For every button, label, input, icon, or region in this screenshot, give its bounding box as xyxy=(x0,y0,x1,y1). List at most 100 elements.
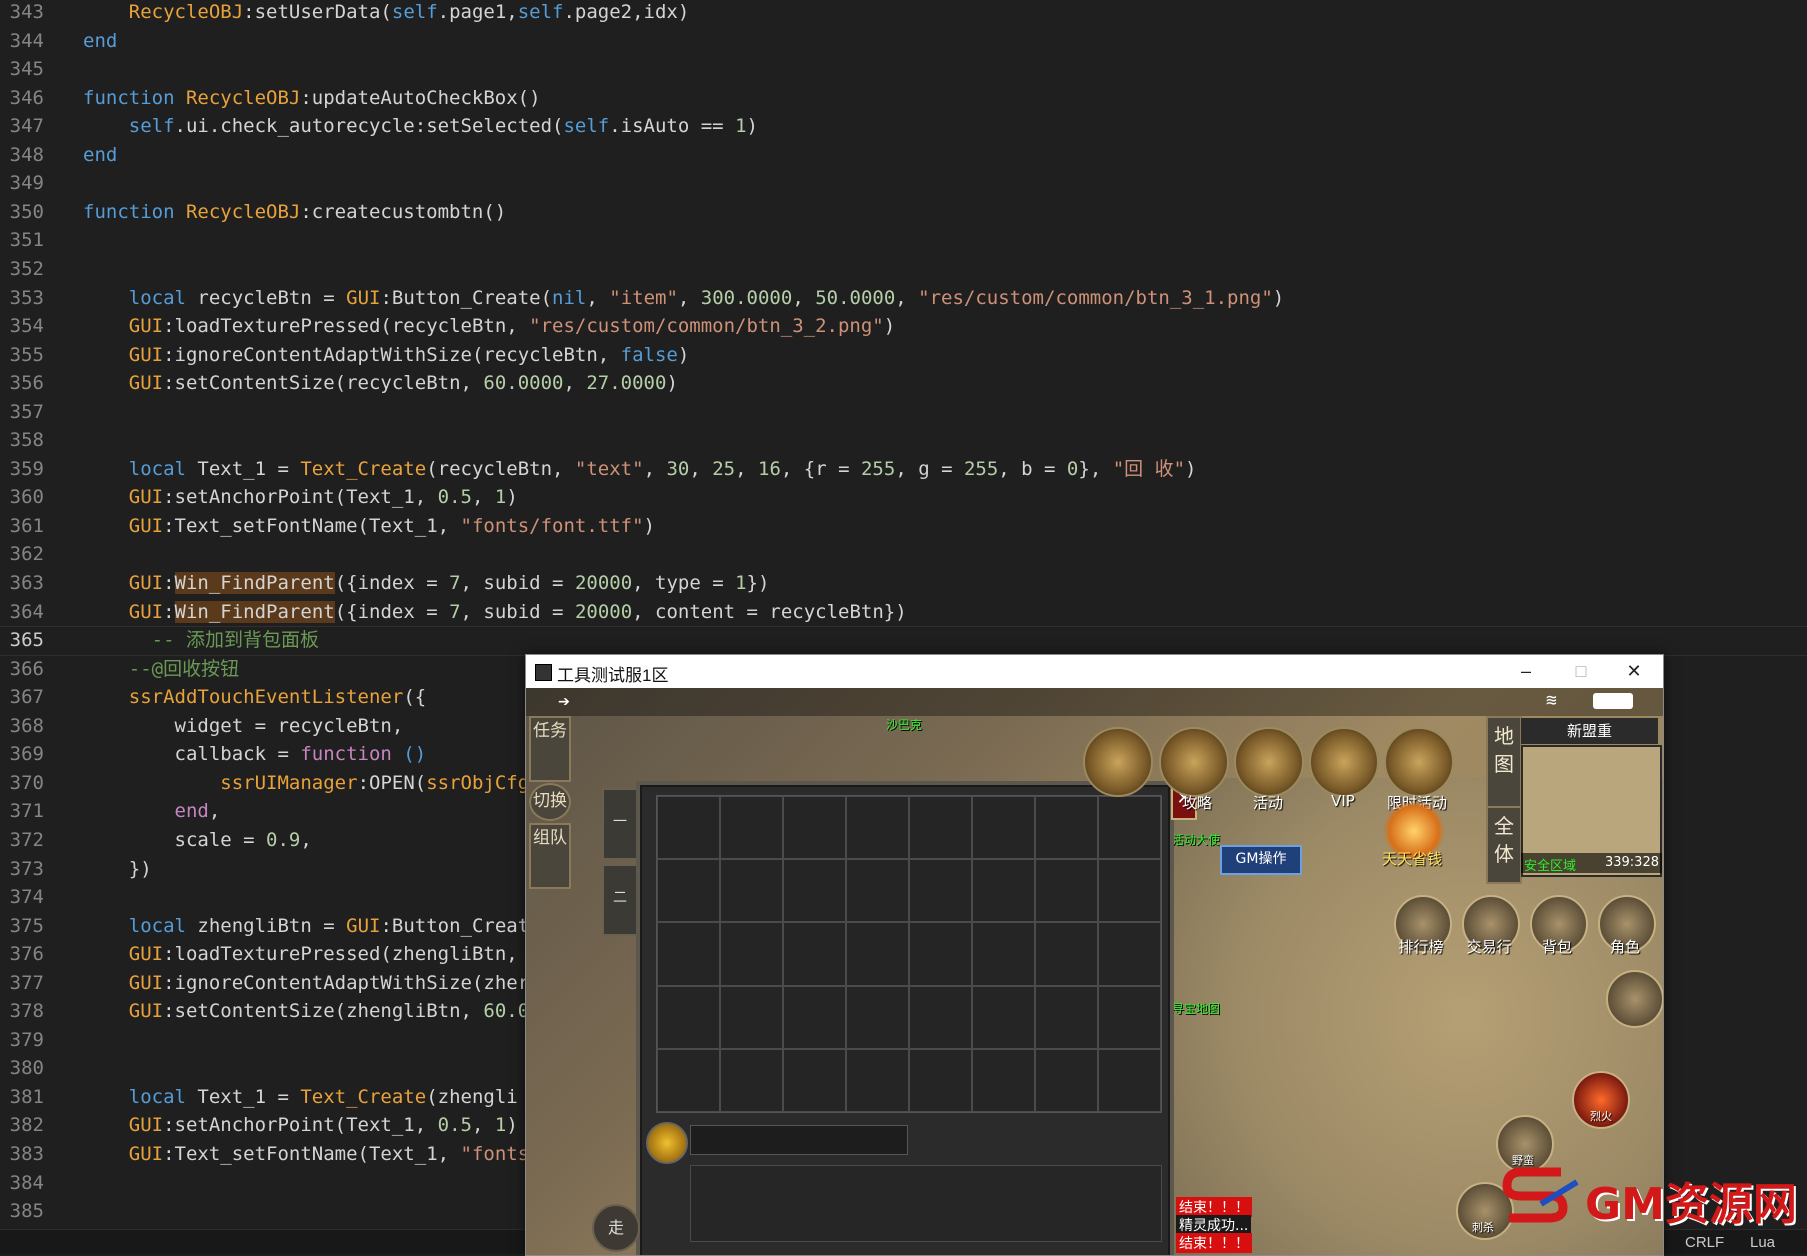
bag-slot[interactable] xyxy=(783,796,846,860)
bag-slot[interactable] xyxy=(1035,1048,1098,1112)
bag-slot[interactable] xyxy=(657,796,720,860)
bag-slot[interactable] xyxy=(909,985,972,1049)
bag-slot[interactable] xyxy=(972,859,1035,923)
bag-slot[interactable] xyxy=(1035,985,1098,1049)
line-number: 361 xyxy=(9,514,44,537)
bag-slot[interactable] xyxy=(1098,859,1161,923)
bag-slot[interactable] xyxy=(909,922,972,986)
close-button[interactable]: ✕ xyxy=(1619,659,1649,683)
game-viewport[interactable]: ➔ ≋ 任务 切换 组队 沙巴克 活动大使 寻宝地图 一 二 ✕ 走 攻略 活动 xyxy=(526,688,1663,1255)
wifi-icon: ≋ xyxy=(1546,690,1557,711)
tab-switch[interactable]: 切换 xyxy=(529,783,571,821)
guide-icon[interactable] xyxy=(1159,727,1229,797)
line-number: 363 xyxy=(9,572,44,594)
line-number: 354 xyxy=(9,315,44,338)
bag-panel[interactable] xyxy=(636,781,1174,1255)
language-indicator[interactable]: Lua xyxy=(1750,1234,1775,1251)
line-number: 356 xyxy=(9,372,44,395)
bag-tab-1[interactable]: 一 xyxy=(602,788,638,860)
bag-slot[interactable] xyxy=(846,922,909,986)
code-text: ssrUIManager:OPEN(ssrObjCfg xyxy=(220,771,530,794)
maximize-button[interactable]: □ xyxy=(1566,659,1596,683)
arrow-right-icon[interactable]: ➔ xyxy=(558,689,570,713)
line-number: 378 xyxy=(9,1000,44,1023)
code-text: ssrAddTouchEventListener({ xyxy=(128,686,427,709)
all-tab[interactable]: 全体 xyxy=(1486,806,1522,884)
bag-slot[interactable] xyxy=(783,985,846,1049)
ranking-label: 排行榜 xyxy=(1398,938,1444,956)
bag-slot[interactable] xyxy=(720,796,783,860)
bag-slot[interactable] xyxy=(909,859,972,923)
line-number: 358 xyxy=(9,429,44,452)
bag-slot[interactable] xyxy=(846,796,909,860)
line-number: 366 xyxy=(9,657,44,680)
bag-tab-2[interactable]: 二 xyxy=(602,864,638,936)
bag-slot[interactable] xyxy=(1035,859,1098,923)
npc-name[interactable]: 活动大使 xyxy=(1172,831,1220,848)
bag-message-area xyxy=(690,1165,1162,1242)
bag-slot[interactable] xyxy=(846,859,909,923)
bag-slot[interactable] xyxy=(972,985,1035,1049)
bag-slot[interactable] xyxy=(1098,922,1161,986)
gift-label: 天天省钱 xyxy=(1381,850,1442,868)
gm-operation-button[interactable]: GM操作 xyxy=(1220,845,1302,875)
bag-slot[interactable] xyxy=(1035,796,1098,860)
tab-team[interactable]: 组队 xyxy=(529,823,571,889)
code-text: GUI:setAnchorPoint(Text_1, 0.5, 1) xyxy=(128,486,518,509)
game-window[interactable]: 工具测试服1区 – □ ✕ ➔ ≋ 任务 切换 组队 沙巴克 活动大使 寻宝地图… xyxy=(525,654,1664,1256)
map-name: 新盟重 xyxy=(1521,718,1658,744)
code-text: GUI:loadTexturePressed(recycleBtn, "res/… xyxy=(128,315,896,338)
bag-slot[interactable] xyxy=(1098,985,1161,1049)
line-number: 357 xyxy=(9,400,44,423)
line-number: 364 xyxy=(9,600,44,623)
code-text: function RecycleOBJ:updateAutoCheckBox() xyxy=(83,86,541,109)
npc-name[interactable]: 沙巴克 xyxy=(886,716,922,733)
gold-icon[interactable] xyxy=(1083,727,1153,797)
line-number: 365 xyxy=(9,629,44,652)
tab-task[interactable]: 任务 xyxy=(529,716,571,782)
bag-slot[interactable] xyxy=(657,859,720,923)
bag-slot[interactable] xyxy=(972,922,1035,986)
gold-display xyxy=(646,1122,908,1164)
bag-slot[interactable] xyxy=(846,1048,909,1112)
bag-slot[interactable] xyxy=(1098,1048,1161,1112)
minimize-button[interactable]: – xyxy=(1511,659,1541,683)
bag-slot[interactable] xyxy=(720,985,783,1049)
line-number: 345 xyxy=(9,58,44,81)
activity-icon[interactable] xyxy=(1234,727,1304,797)
bag-slot[interactable] xyxy=(783,1048,846,1112)
code-text: -- 添加到背包面板 xyxy=(151,629,319,652)
bag-slot[interactable] xyxy=(657,922,720,986)
bag-slot[interactable] xyxy=(909,796,972,860)
watermark: GM资源网 xyxy=(1502,1164,1805,1230)
vip-icon[interactable] xyxy=(1309,727,1379,797)
bag-slot[interactable] xyxy=(657,1048,720,1112)
window-titlebar[interactable]: 工具测试服1区 – □ ✕ xyxy=(526,655,1663,688)
bag-slot[interactable] xyxy=(972,1048,1035,1112)
bag-slot[interactable] xyxy=(972,796,1035,860)
eol-indicator[interactable]: CRLF xyxy=(1685,1234,1724,1251)
map-tab-label: 地图 xyxy=(1494,724,1514,776)
bag-grid[interactable] xyxy=(656,795,1162,1113)
bag-slot[interactable] xyxy=(909,1048,972,1112)
map-tab[interactable]: 地图 xyxy=(1486,716,1522,810)
walk-button[interactable]: 走 xyxy=(592,1204,640,1252)
code-text: }) xyxy=(83,857,152,880)
gold-coin-icon[interactable] xyxy=(646,1122,688,1164)
bag-slot[interactable] xyxy=(783,859,846,923)
bag-slot[interactable] xyxy=(783,922,846,986)
line-number: 383 xyxy=(9,1143,44,1165)
bag-slot[interactable] xyxy=(1035,922,1098,986)
bag-slot[interactable] xyxy=(1098,796,1161,860)
line-number: 375 xyxy=(9,914,44,937)
line-number: 385 xyxy=(9,1200,44,1223)
bag-slot[interactable] xyxy=(720,1048,783,1112)
limited-event-icon[interactable] xyxy=(1384,727,1454,797)
bag-slot[interactable] xyxy=(720,922,783,986)
npc-name[interactable]: 寻宝地图 xyxy=(1172,1000,1220,1017)
line-number: 362 xyxy=(9,543,44,566)
bag-slot[interactable] xyxy=(720,859,783,923)
bag-slot[interactable] xyxy=(657,985,720,1049)
bag-slot[interactable] xyxy=(846,985,909,1049)
joystick-icon[interactable] xyxy=(1606,970,1663,1028)
